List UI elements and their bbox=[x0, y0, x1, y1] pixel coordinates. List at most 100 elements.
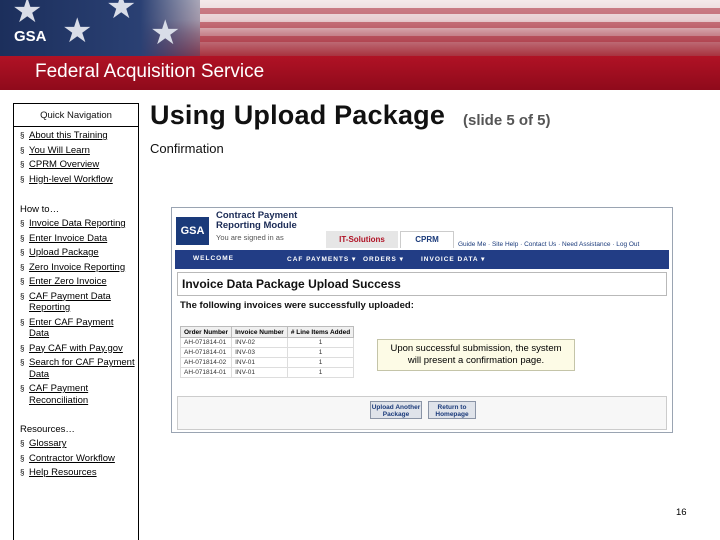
nav-link[interactable]: High-level Workflow bbox=[29, 174, 113, 185]
nav-item[interactable]: Zero Invoice Reporting bbox=[20, 262, 136, 274]
action-area: Upload Another Package Return to Homepag… bbox=[177, 396, 667, 430]
nav-link[interactable]: You Will Learn bbox=[29, 145, 90, 156]
title-bar: Federal Acquisition Service bbox=[0, 56, 720, 90]
nav-resources-list: Glossary Contractor Workflow Help Resour… bbox=[20, 437, 136, 481]
flag-banner: ★ ★ ★ ★ GSA bbox=[0, 0, 720, 56]
callout-note: Upon successful submission, the system w… bbox=[377, 339, 575, 371]
tab-cprm[interactable]: CPRM bbox=[400, 231, 454, 248]
nav-link[interactable]: CAF Payment Reconciliation bbox=[29, 383, 88, 406]
invoice-number: INV-01 bbox=[231, 367, 288, 378]
module-title-line: Reporting Module bbox=[216, 220, 297, 231]
line-items: 1 bbox=[286, 357, 355, 368]
line-items: 1 bbox=[286, 337, 355, 348]
nav-title: Quick Navigation bbox=[40, 110, 112, 121]
nav-link[interactable]: Glossary bbox=[29, 438, 66, 449]
nav-link[interactable]: About this Training bbox=[29, 130, 108, 141]
tab-it-solutions[interactable]: IT-Solutions bbox=[326, 231, 398, 248]
nav-caf-payments[interactable]: CAF PAYMENTS ▾ bbox=[287, 255, 356, 263]
signed-in-text: You are signed in as bbox=[216, 233, 284, 242]
nav-welcome[interactable]: WELCOME bbox=[193, 255, 234, 262]
nav-item[interactable]: Search for CAF Payment Data bbox=[20, 357, 136, 380]
uploaded-invoices-table: Order Number Invoice Number # Line Items… bbox=[179, 326, 355, 378]
nav-divider bbox=[14, 126, 138, 127]
table-row: AH-071814-02 INV-01 1 bbox=[179, 357, 355, 368]
order-number: AH-071814-01 bbox=[179, 367, 233, 378]
nav-link[interactable]: Invoice Data Reporting bbox=[29, 218, 126, 229]
nav-link[interactable]: Enter Invoice Data bbox=[29, 233, 107, 244]
nav-item[interactable]: Enter Invoice Data bbox=[20, 233, 136, 245]
order-number: AH-071814-01 bbox=[179, 347, 233, 358]
invoice-number: INV-01 bbox=[231, 357, 288, 368]
order-number: AH-071814-01 bbox=[179, 337, 233, 348]
nav-item[interactable]: Help Resources bbox=[20, 466, 136, 481]
banner-title: Federal Acquisition Service bbox=[35, 61, 265, 82]
callout-line: will present a confirmation page. bbox=[407, 355, 545, 366]
nav-link[interactable]: Upload Package bbox=[29, 247, 99, 258]
app-gsa-logo: GSA bbox=[176, 217, 209, 245]
nav-item[interactable]: Glossary bbox=[20, 437, 136, 452]
slide-subtitle: Confirmation bbox=[150, 141, 224, 156]
star-icon: ★ bbox=[62, 12, 93, 50]
flag-stripe bbox=[200, 8, 720, 14]
nav-item[interactable]: Contractor Workflow bbox=[20, 452, 136, 467]
nav-howto-list: Invoice Data Reporting Enter Invoice Dat… bbox=[20, 218, 136, 409]
nav-item[interactable]: Pay CAF with Pay.gov bbox=[20, 343, 136, 355]
line-items: 1 bbox=[286, 347, 355, 358]
nav-item[interactable]: Enter Zero Invoice bbox=[20, 276, 136, 288]
nav-link[interactable]: Contractor Workflow bbox=[29, 453, 115, 464]
nav-item[interactable]: CAF Payment Data Reporting bbox=[20, 291, 136, 314]
nav-link[interactable]: Enter CAF Payment Data bbox=[29, 317, 113, 340]
invoice-number: INV-03 bbox=[231, 347, 288, 358]
nav-invoice-data[interactable]: INVOICE DATA ▾ bbox=[421, 255, 485, 263]
nav-link[interactable]: CPRM Overview bbox=[29, 159, 99, 170]
callout-line: Upon successful submission, the system bbox=[390, 343, 562, 354]
column-header: Order Number bbox=[179, 326, 233, 338]
nav-item[interactable]: CAF Payment Reconciliation bbox=[20, 383, 136, 406]
nav-link[interactable]: Help Resources bbox=[29, 467, 97, 478]
nav-link[interactable]: CAF Payment Data Reporting bbox=[29, 291, 111, 314]
nav-item[interactable]: About this Training bbox=[20, 129, 136, 144]
order-number: AH-071814-02 bbox=[179, 357, 233, 368]
gsa-logo: GSA bbox=[14, 28, 47, 45]
page-number: 16 bbox=[676, 507, 687, 518]
table-row: AH-071814-01 INV-02 1 bbox=[179, 337, 355, 348]
column-header: Invoice Number bbox=[231, 326, 288, 338]
howto-heading: How to… bbox=[20, 204, 60, 215]
nav-link[interactable]: Zero Invoice Reporting bbox=[29, 262, 125, 273]
app-nav-bar: WELCOME CAF PAYMENTS ▾ ORDERS ▾ INVOICE … bbox=[175, 250, 669, 269]
module-title: Contract Payment Reporting Module bbox=[216, 211, 297, 231]
nav-orders[interactable]: ORDERS ▾ bbox=[363, 255, 404, 263]
star-icon: ★ bbox=[106, 0, 137, 26]
nav-item[interactable]: High-level Workflow bbox=[20, 173, 136, 188]
nav-link[interactable]: Enter Zero Invoice bbox=[29, 276, 107, 287]
nav-item[interactable]: You Will Learn bbox=[20, 144, 136, 159]
nav-item[interactable]: Upload Package bbox=[20, 247, 136, 259]
utility-links[interactable]: Guide Me · Site Help · Contact Us · Need… bbox=[458, 241, 639, 248]
flag-stripe bbox=[200, 22, 720, 28]
table-header-row: Order Number Invoice Number # Line Items… bbox=[179, 326, 355, 338]
success-message: The following invoices were successfully… bbox=[180, 300, 414, 311]
quick-navigation: Quick Navigation About this Training You… bbox=[13, 103, 139, 540]
app-screenshot: GSA Contract Payment Reporting Module Yo… bbox=[171, 207, 673, 433]
upload-another-package-button[interactable]: Upload Another Package bbox=[370, 401, 422, 419]
star-icon: ★ bbox=[150, 14, 181, 52]
return-to-homepage-button[interactable]: Return to Homepage bbox=[428, 401, 476, 419]
flag-stripe bbox=[200, 36, 720, 42]
invoice-number: INV-02 bbox=[231, 337, 288, 348]
table-row: AH-071814-01 INV-03 1 bbox=[179, 347, 355, 358]
star-icon: ★ bbox=[12, 0, 43, 30]
nav-item[interactable]: CPRM Overview bbox=[20, 158, 136, 173]
slide-title: Using Upload Package bbox=[150, 100, 446, 130]
column-header: # Line Items Added bbox=[286, 326, 355, 338]
slide-indicator: (slide 5 of 5) bbox=[463, 112, 551, 129]
nav-item[interactable]: Invoice Data Reporting bbox=[20, 218, 136, 230]
line-items: 1 bbox=[286, 367, 355, 378]
nav-link[interactable]: Pay CAF with Pay.gov bbox=[29, 343, 123, 354]
nav-item[interactable]: Enter CAF Payment Data bbox=[20, 317, 136, 340]
app-header: GSA Contract Payment Reporting Module Yo… bbox=[172, 208, 672, 248]
resources-heading: Resources… bbox=[20, 424, 75, 435]
table-row: AH-071814-01 INV-01 1 bbox=[179, 367, 355, 378]
nav-intro-list: About this Training You Will Learn CPRM … bbox=[20, 129, 136, 187]
nav-link[interactable]: Search for CAF Payment Data bbox=[29, 357, 135, 380]
panel-title: Invoice Data Package Upload Success bbox=[177, 272, 667, 296]
